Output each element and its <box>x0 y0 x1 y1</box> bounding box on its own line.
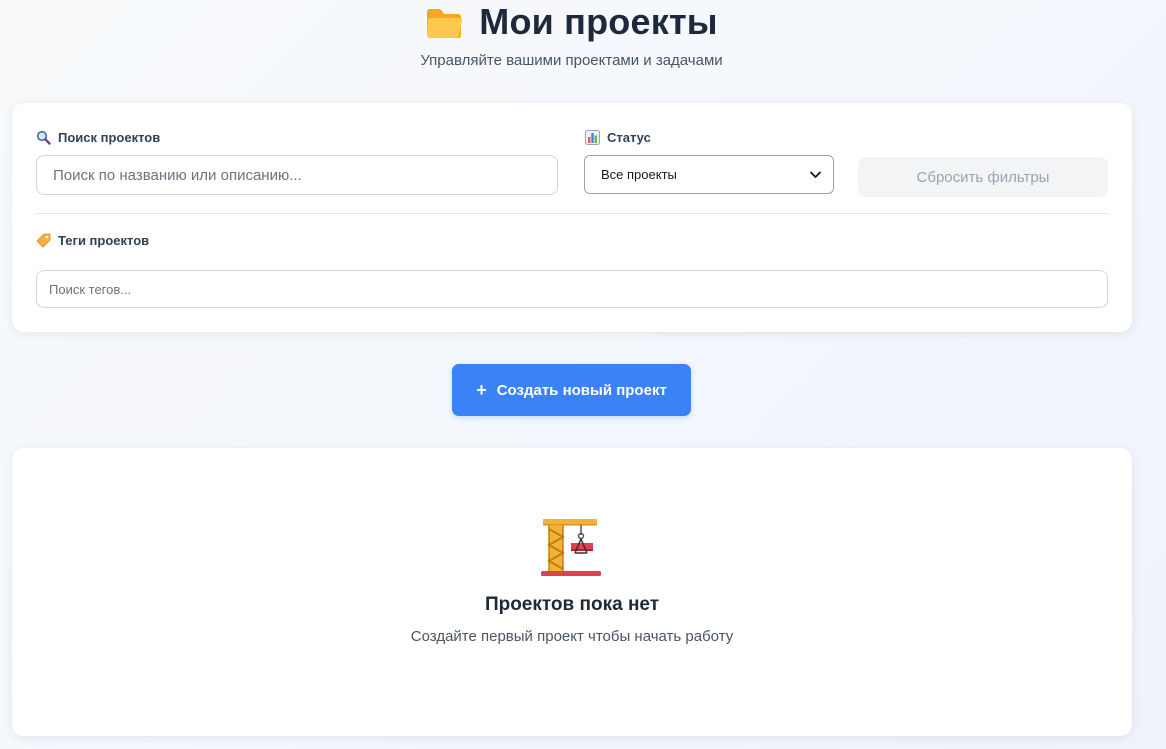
page-header: Мои проекты Управляйте вашими проектами … <box>0 0 1143 69</box>
search-input[interactable] <box>36 155 558 195</box>
title-row: Мои проекты <box>0 0 1143 44</box>
create-project-button[interactable]: + Создать новый проект <box>452 364 691 416</box>
create-project-label: Создать новый проект <box>496 381 667 399</box>
plus-icon: + <box>476 379 487 400</box>
bar-chart-icon <box>585 130 600 145</box>
tag-icon <box>36 233 51 248</box>
chevron-down-icon <box>810 171 821 178</box>
construction-crane-icon <box>541 519 601 576</box>
empty-state-panel: Проектов пока нет Создайте первый проект… <box>12 448 1132 736</box>
magnifier-icon <box>36 130 51 145</box>
page-subtitle: Управляйте вашими проектами и задачами <box>420 52 723 69</box>
page-title: Мои проекты <box>479 1 718 42</box>
empty-state-title: Проектов пока нет <box>484 594 660 615</box>
filter-panel: Поиск проектов Статус Все проекты Сброси… <box>12 103 1132 332</box>
reset-filters-button[interactable]: Сбросить фильтры <box>858 157 1108 197</box>
folder-icon <box>427 9 463 38</box>
status-select[interactable]: Все проекты <box>584 155 834 194</box>
status-label: Статус <box>585 130 651 145</box>
empty-state-text: Создайте первый проект чтобы начать рабо… <box>410 628 734 645</box>
status-select-value: Все проекты <box>601 167 677 182</box>
search-label: Поиск проектов <box>36 130 160 145</box>
tags-search-input[interactable] <box>36 270 1108 308</box>
tags-label: Теги проектов <box>36 233 149 248</box>
divider <box>36 213 1108 214</box>
